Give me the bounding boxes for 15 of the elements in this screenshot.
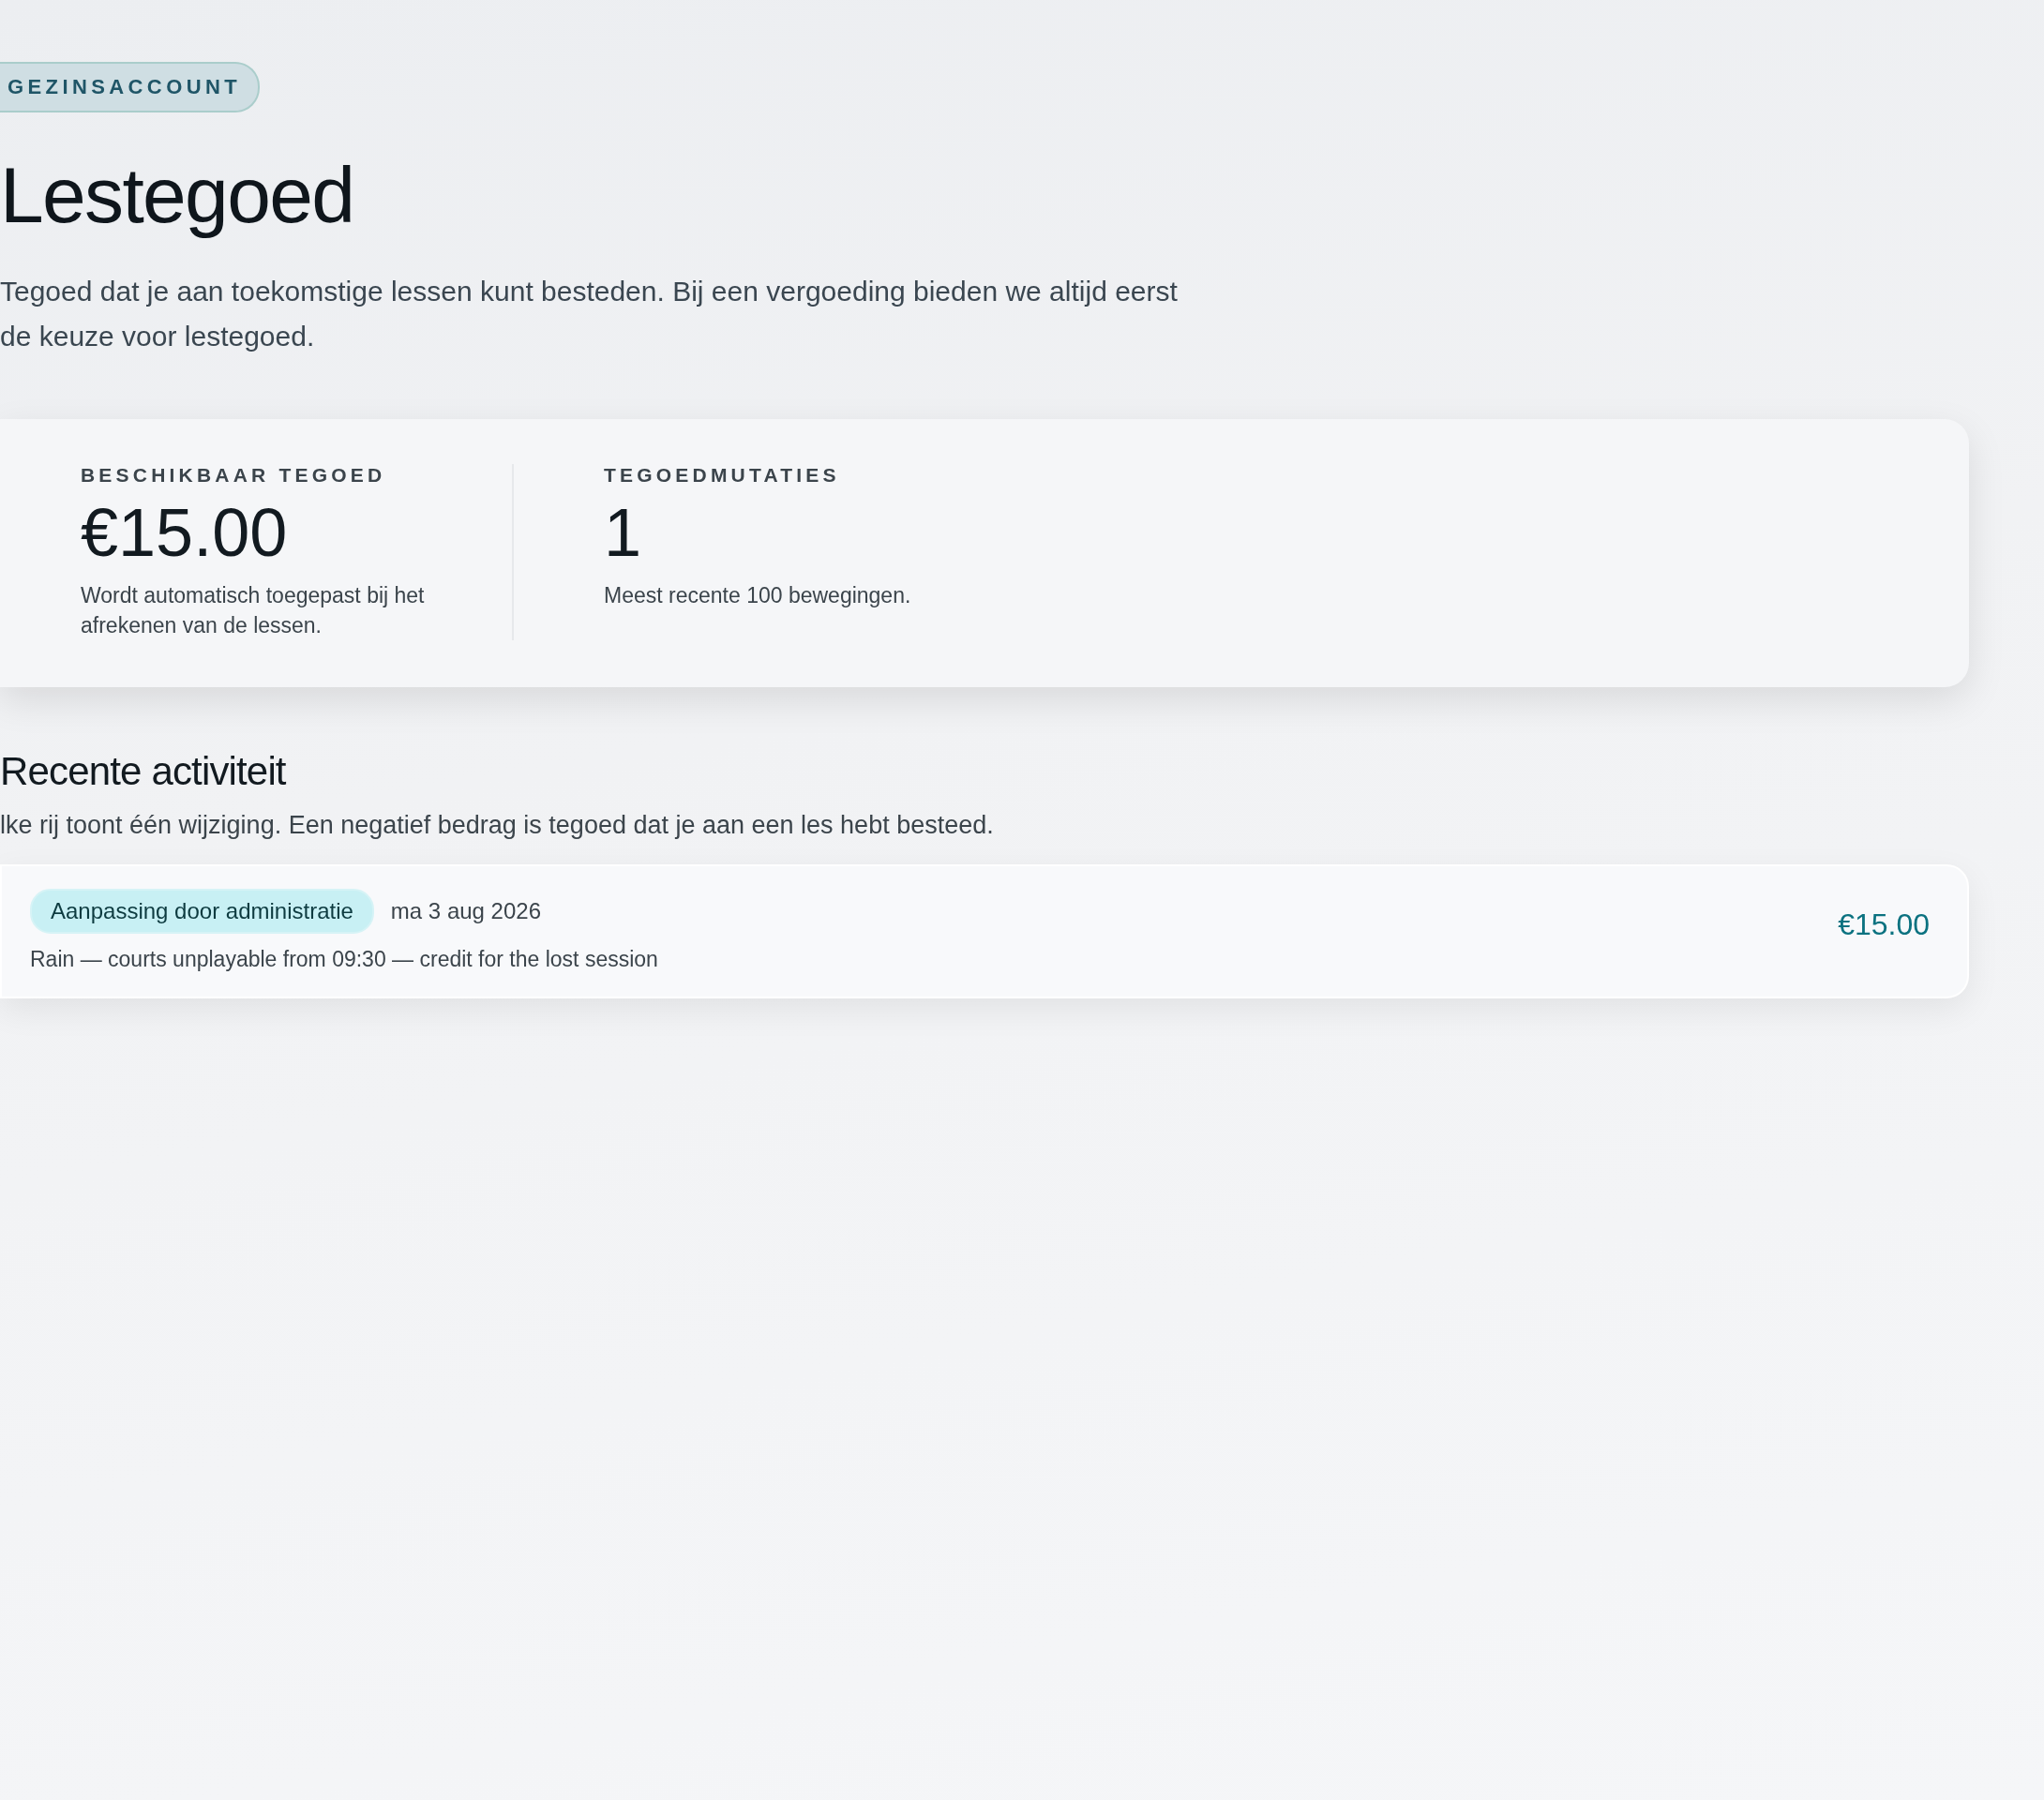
section-heading: Recente activiteit [0,748,287,794]
stat-note: Wordt automatisch toegepast bij het afrekenen van de lessen. [81,581,426,639]
page-title: Lestegoed [0,150,355,241]
stat-value: €15.00 [81,498,289,569]
activity-description: Rain — courts unplayable from 09:30 — credit for the lost session [30,946,658,972]
stat-value: 1 [604,498,643,569]
stat-label: TEGOEDMUTATIES [604,464,841,487]
stat-note: Meest recente 100 bewegingen. [604,581,912,609]
activity-amount: €15.00 [1838,907,1930,943]
section-subtitle: lke rij toont één wijziging. Een negatief bedrag is tegoed dat je aan een les hebt besteed. [0,810,995,840]
activity-date: ma 3 aug 2026 [390,897,541,924]
account-badge: GEZINSACCOUNT [0,62,261,112]
intro-text: Tegoed dat je aan toekomstige lessen kunt besteden. Bij een vergoeding bieden we altijd eerst de keuze voor lestegoed. [0,275,1179,353]
stat-label: BESCHIKBAAR TEGOED [81,464,387,487]
activity-tag: Aanpassing door administratie [30,888,374,934]
